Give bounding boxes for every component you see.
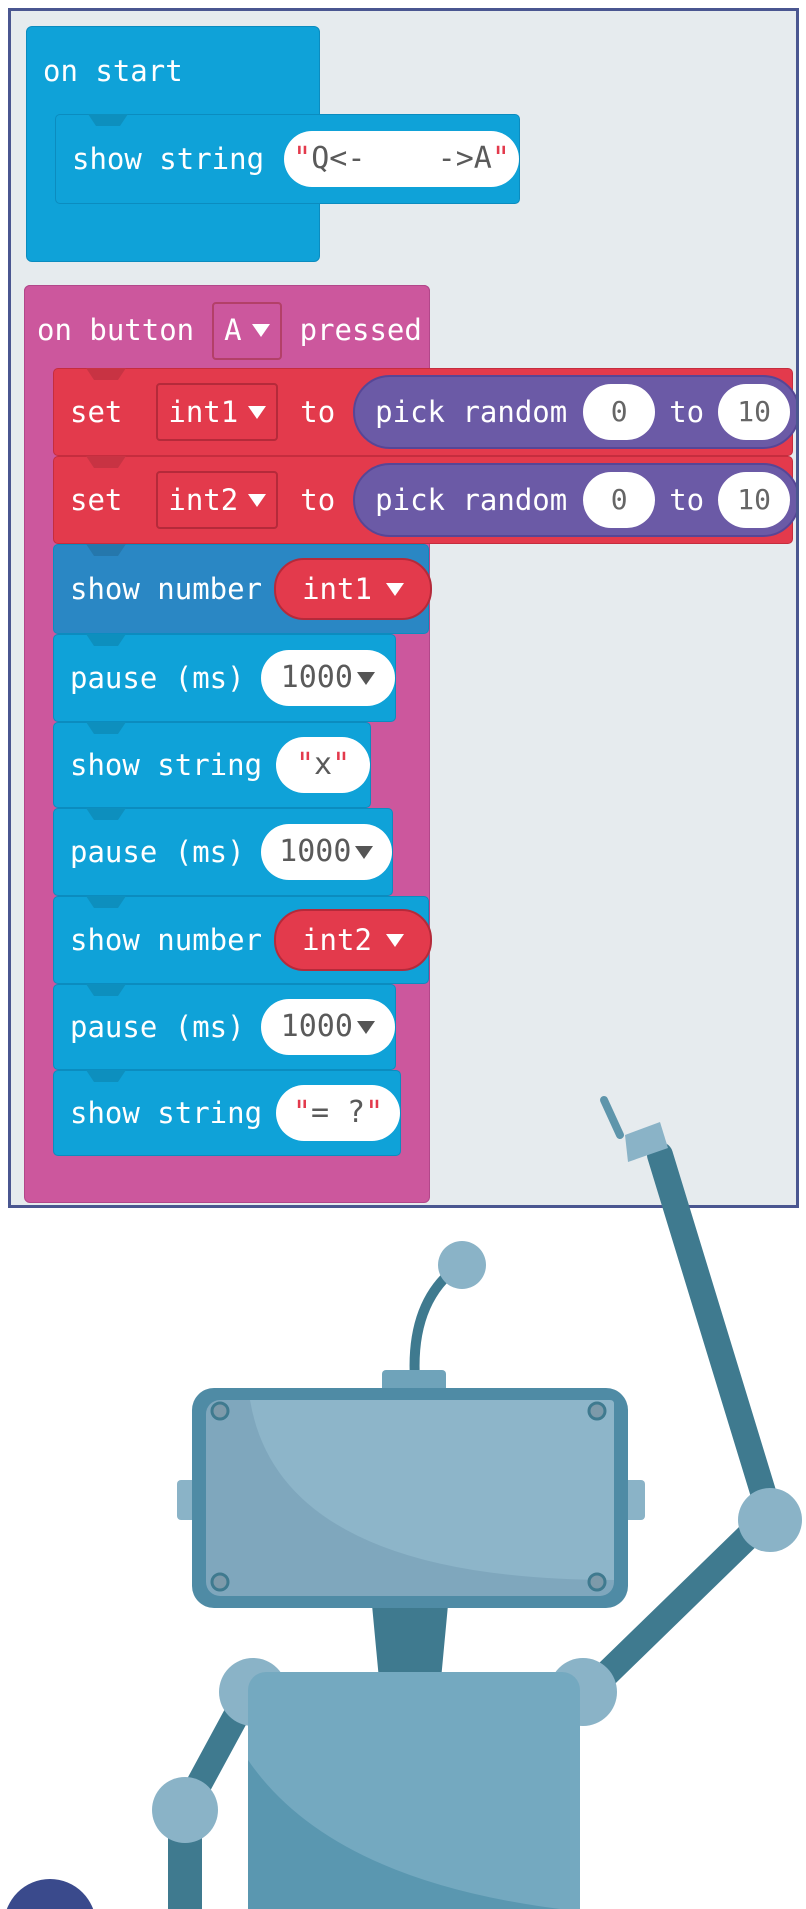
to-label: to [669,394,705,429]
show-string-block[interactable]: show string "Q<- ->A" [55,114,520,204]
set-label: set [70,394,123,429]
show-string-question-block[interactable]: show string "= ?" [53,1070,401,1156]
show-number-int2-block[interactable]: show number int2 [53,896,432,984]
robot-body [219,1658,617,1909]
dropdown-arrow-icon [248,405,267,419]
string-value: "= ?" [292,1095,384,1130]
pause-value: 1000 [280,1009,353,1044]
set-label: set [70,482,123,517]
corner-badge-icon [6,1879,94,1909]
pause-block[interactable]: pause (ms) 1000 [53,808,393,896]
set-int1-block[interactable]: set int1 to pick random 0 to 10 [53,368,796,456]
string-input[interactable]: "Q<- ->A" [284,131,519,187]
variable-reporter-int1[interactable]: int1 [274,558,432,620]
pause-duration-dropdown[interactable]: 1000 [260,650,395,706]
pause-duration-dropdown[interactable]: 1000 [260,999,395,1055]
to-label: to [300,482,336,517]
show-number-label: show number [70,922,263,957]
variable-dropdown-int1[interactable]: int1 [156,383,279,441]
random-min-input[interactable]: 0 [583,472,656,528]
string-input[interactable]: "x" [276,737,370,793]
dropdown-arrow-icon [356,1020,375,1034]
string-input[interactable]: "= ?" [276,1085,400,1141]
variable-name: int2 [302,922,372,957]
pause-label: pause (ms) [70,1009,245,1044]
dropdown-arrow-icon [385,582,404,596]
robot-neck [372,1605,448,1690]
dropdown-arrow-icon [355,845,374,859]
pick-random-label: pick random [375,482,568,517]
string-value: "x" [295,747,351,782]
show-string-label: show string [70,1095,263,1130]
variable-dropdown-int2[interactable]: int2 [156,471,279,529]
random-max-input[interactable]: 10 [718,472,791,528]
random-min-input[interactable]: 0 [583,384,656,440]
pause-value: 1000 [279,834,352,869]
string-value: "Q<- ->A" [293,141,510,176]
pause-duration-dropdown[interactable]: 1000 [260,824,392,880]
pressed-label: pressed [299,313,422,347]
show-string-label: show string [70,747,263,782]
pause-value: 1000 [280,660,353,695]
random-min-value: 0 [610,395,628,428]
variable-name: int2 [168,482,239,517]
button-value: A [224,313,242,347]
random-max-value: 10 [737,483,771,516]
pause-label: pause (ms) [70,660,245,695]
pause-block[interactable]: pause (ms) 1000 [53,984,396,1070]
code-workspace: on start show string "Q<- ->A" on button… [8,8,799,1208]
on-button-label: on button [37,313,195,347]
set-int2-block[interactable]: set int2 to pick random 0 to 10 [53,456,796,544]
random-max-value: 10 [737,395,771,428]
robot-head [177,1388,645,1608]
pick-random-block[interactable]: pick random 0 to 10 [353,463,796,537]
variable-name: int1 [168,394,239,429]
dropdown-arrow-icon [356,671,375,685]
robot-left-arm [152,1677,263,1909]
button-dropdown[interactable]: A [212,301,282,360]
pause-block[interactable]: pause (ms) 1000 [53,634,396,722]
to-label: to [300,394,336,429]
pick-random-label: pick random [375,394,568,429]
dropdown-arrow-icon [251,324,270,337]
show-number-label: show number [70,571,263,606]
random-min-value: 0 [610,483,628,516]
pause-label: pause (ms) [70,834,245,869]
random-max-input[interactable]: 10 [718,384,791,440]
show-string-x-block[interactable]: show string "x" [53,722,371,808]
robot-antenna [382,1241,486,1394]
dropdown-arrow-icon [385,933,404,947]
on-start-label: on start [43,54,183,88]
variable-reporter-int2[interactable]: int2 [274,909,432,971]
show-string-label: show string [72,141,265,176]
dropdown-arrow-icon [248,493,267,507]
to-label: to [669,482,705,517]
show-number-int1-block[interactable]: show number int1 [53,544,432,634]
on-button-header[interactable]: on button A pressed [24,285,430,375]
pick-random-block[interactable]: pick random 0 to 10 [353,375,796,449]
variable-name: int1 [302,571,372,606]
